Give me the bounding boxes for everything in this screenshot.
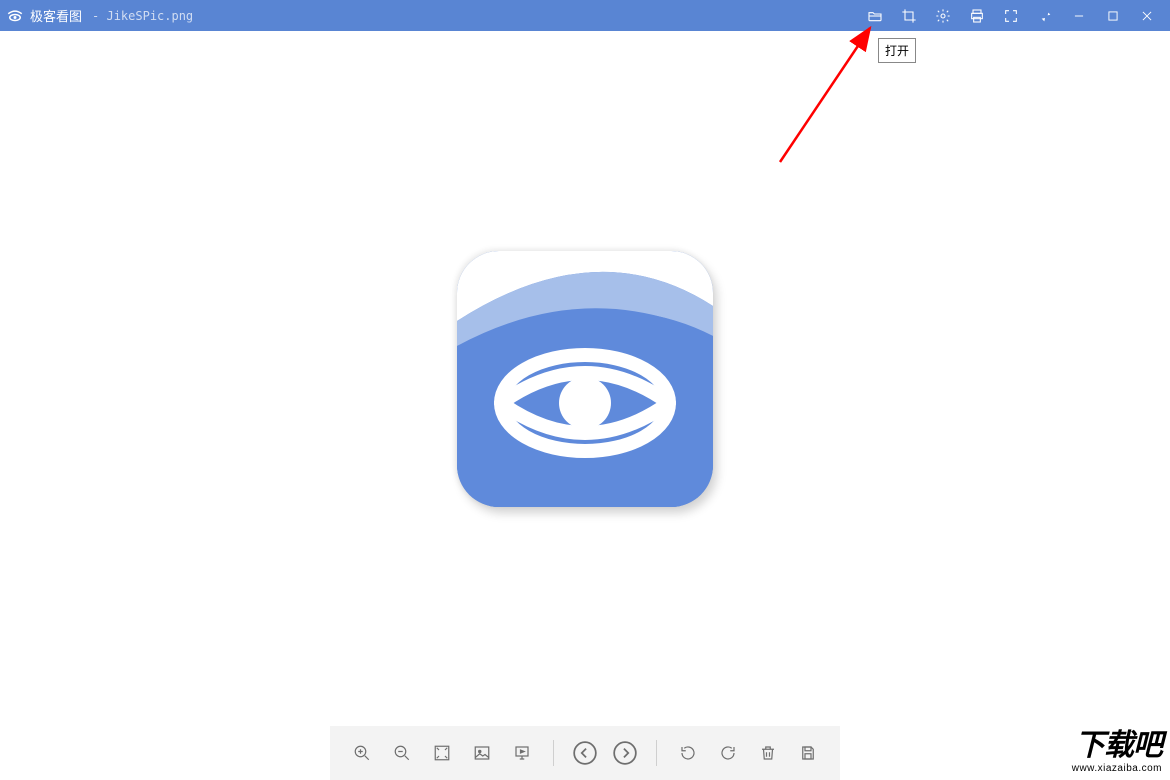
bottom-toolbar (330, 726, 840, 780)
actual-size-button[interactable] (465, 736, 499, 770)
titlebar: 极客看图 - JikeSPic.png (0, 0, 1170, 31)
crop-button[interactable] (892, 0, 926, 31)
prev-button[interactable] (568, 736, 602, 770)
rotate-cw-button[interactable] (711, 736, 745, 770)
rotate-ccw-button[interactable] (671, 736, 705, 770)
zoom-in-icon (353, 744, 371, 762)
zoom-out-button[interactable] (385, 736, 419, 770)
titlebar-left: 极客看图 - JikeSPic.png (6, 6, 193, 25)
rotate-ccw-icon (679, 744, 697, 762)
close-button[interactable] (1130, 0, 1164, 31)
image-viewport[interactable] (0, 31, 1170, 726)
slideshow-button[interactable] (505, 736, 539, 770)
print-button[interactable] (960, 0, 994, 31)
watermark: 下载吧 www.xiazaiba.com (1072, 731, 1162, 774)
current-filename: - JikeSPic.png (92, 9, 193, 23)
settings-button[interactable] (926, 0, 960, 31)
save-button[interactable] (791, 736, 825, 770)
image-icon (473, 744, 491, 762)
pin-icon (1037, 8, 1053, 24)
titlebar-actions (858, 0, 1164, 31)
rotate-cw-icon (719, 744, 737, 762)
minimize-button[interactable] (1062, 0, 1096, 31)
save-icon (799, 744, 817, 762)
print-icon (969, 8, 985, 24)
zoom-in-button[interactable] (345, 736, 379, 770)
close-icon (1140, 9, 1154, 23)
watermark-url: www.xiazaiba.com (1072, 763, 1162, 774)
crop-icon (901, 8, 917, 24)
fit-screen-icon (433, 744, 451, 762)
watermark-title: 下载吧 (1072, 731, 1162, 761)
fullscreen-button[interactable] (994, 0, 1028, 31)
slideshow-icon (513, 744, 531, 762)
minimize-icon (1072, 9, 1086, 23)
trash-icon (759, 744, 777, 762)
open-tooltip: 打开 (878, 38, 916, 63)
app-title: 极客看图 (30, 6, 82, 25)
next-button[interactable] (608, 736, 642, 770)
maximize-icon (1106, 9, 1120, 23)
pin-button[interactable] (1028, 0, 1062, 31)
open-button[interactable] (858, 0, 892, 31)
displayed-image (457, 251, 713, 507)
gear-icon (935, 8, 951, 24)
app-logo-icon (6, 7, 24, 25)
maximize-button[interactable] (1096, 0, 1130, 31)
next-icon (612, 740, 638, 766)
delete-button[interactable] (751, 736, 785, 770)
prev-icon (572, 740, 598, 766)
separator (656, 740, 657, 766)
fit-screen-button[interactable] (425, 736, 459, 770)
fullscreen-icon (1003, 8, 1019, 24)
folder-open-icon (867, 8, 883, 24)
separator (553, 740, 554, 766)
zoom-out-icon (393, 744, 411, 762)
